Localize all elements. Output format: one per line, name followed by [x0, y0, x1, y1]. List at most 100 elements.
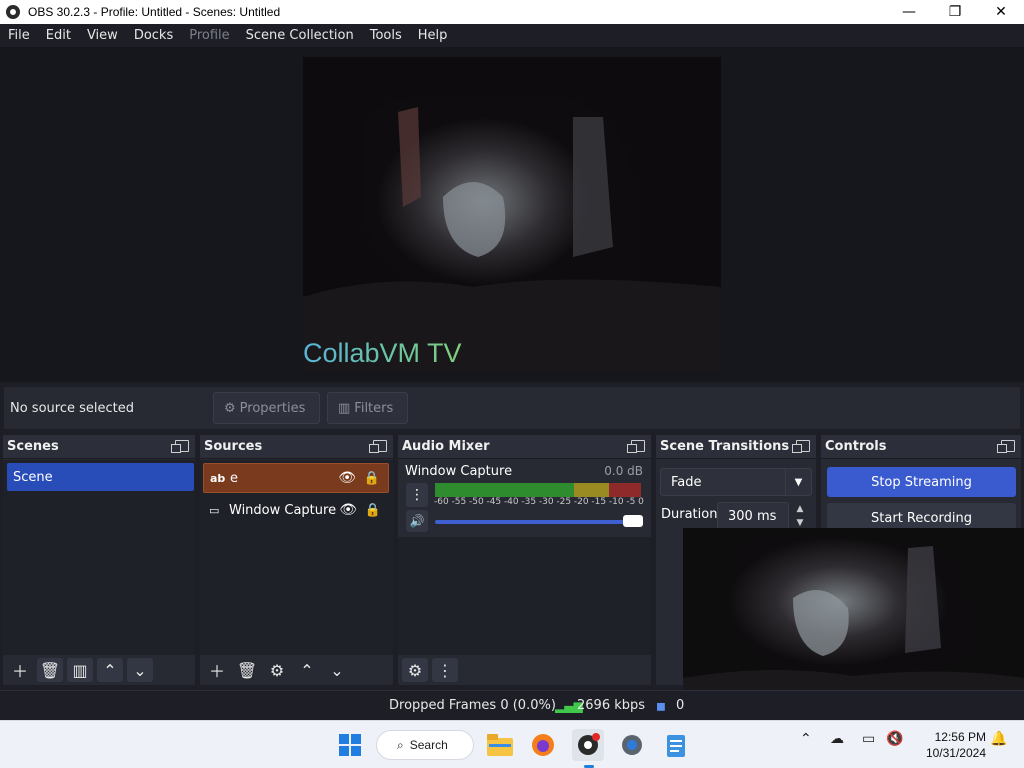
eye-icon[interactable]: 👁: [338, 470, 356, 486]
chevron-up-icon[interactable]: ⌃: [800, 731, 812, 747]
undock-icon[interactable]: [627, 440, 645, 453]
obs-taskbar-icon[interactable]: [572, 729, 604, 761]
undock-icon[interactable]: [997, 440, 1015, 453]
scale-tick: -45: [486, 497, 502, 507]
text-source-icon: ab: [210, 471, 226, 485]
dropped-frames-status: Dropped Frames 0 (0.0%): [389, 698, 556, 713]
menu-profile[interactable]: Profile: [181, 28, 237, 43]
scale-tick: -35: [521, 497, 537, 507]
scene-name: Scene: [13, 469, 53, 485]
move-source-up-button[interactable]: ⌃: [294, 658, 320, 682]
trash-icon: 🗑: [236, 660, 258, 680]
duration-input[interactable]: 300 ms: [717, 502, 789, 530]
audio-mixer-empty-area: [398, 537, 651, 655]
notification-bell-icon[interactable]: 🔔: [990, 731, 1007, 747]
scenes-toolbar: ＋ 🗑 ▥ ⌃ ⌄: [3, 655, 195, 685]
chevron-up-icon[interactable]: ▲: [797, 504, 804, 514]
menu-help[interactable]: Help: [410, 28, 456, 43]
filters-button[interactable]: ▥ Filters: [327, 392, 408, 424]
window-controls: — ❐ ✕: [886, 0, 1024, 24]
lock-icon[interactable]: 🔒: [365, 503, 381, 518]
chevron-down-icon[interactable]: ▼: [797, 518, 804, 528]
controls-title: Controls: [825, 439, 887, 454]
remove-source-button[interactable]: 🗑: [234, 658, 260, 682]
menu-file[interactable]: File: [0, 28, 38, 43]
plus-icon: ＋: [208, 662, 225, 681]
kebab-menu-icon[interactable]: ⋮: [406, 483, 428, 507]
meter-yellow-zone: [574, 483, 609, 497]
source-item-window-capture[interactable]: ▭ Window Capture 👁 🔒: [203, 495, 389, 525]
duration-label: Duration: [661, 507, 718, 522]
properties-button[interactable]: ⚙ Properties: [213, 392, 320, 424]
source-label: e: [230, 470, 238, 486]
scale-tick: -20: [573, 497, 589, 507]
undock-icon[interactable]: [792, 440, 810, 453]
undock-icon[interactable]: [369, 440, 387, 453]
volume-slider-handle[interactable]: [623, 515, 643, 527]
scene-list-item[interactable]: Scene: [7, 463, 194, 491]
lock-icon[interactable]: 🔒: [364, 471, 380, 486]
status-bar: Dropped Frames 0 (0.0%) ▂▄▆ 2696 kbps ◼ …: [0, 690, 1024, 720]
undock-icon[interactable]: [171, 440, 189, 453]
scale-tick: -15: [591, 497, 607, 507]
chevron-down-icon: ▼: [785, 469, 811, 495]
clock-time: 12:56 PM: [934, 730, 986, 744]
sources-dock-title: Sources: [204, 439, 263, 454]
firefox-icon[interactable]: [527, 729, 559, 761]
sources-dock: Sources ab e 👁 🔒 ▭ Window Capture 👁 🔒 ＋ …: [200, 435, 393, 685]
program-preview[interactable]: CollabVM TV: [303, 57, 721, 371]
source-item-text[interactable]: ab e 👁 🔒: [203, 463, 389, 493]
advanced-audio-button[interactable]: ⚙: [402, 658, 428, 682]
scale-tick: -25: [556, 497, 572, 507]
network-off-icon[interactable]: ☁: [830, 731, 844, 747]
scenes-dock: Scenes Scene ＋ 🗑 ▥ ⌃ ⌄: [3, 435, 195, 685]
sources-dock-header: Sources: [200, 435, 393, 459]
scale-tick: -5: [626, 497, 636, 507]
source-label: Window Capture: [229, 502, 337, 518]
chevron-down-icon: ⌄: [330, 660, 344, 680]
source-properties-button[interactable]: ⚙: [264, 658, 290, 682]
eye-icon[interactable]: 👁: [339, 502, 357, 518]
close-button[interactable]: ✕: [978, 0, 1024, 24]
move-source-down-button[interactable]: ⌄: [324, 658, 350, 682]
scenes-dock-header: Scenes: [3, 435, 195, 459]
source-toolbar: No source selected ⚙ Properties ▥ Filter…: [4, 387, 1020, 429]
settings-icon[interactable]: [616, 729, 648, 761]
preview-video-frame: [303, 57, 721, 371]
menu-view[interactable]: View: [79, 28, 126, 43]
preview-overlay-text: CollabVM TV: [303, 338, 462, 368]
controls-header: Controls: [821, 435, 1021, 459]
move-scene-down-button[interactable]: ⌄: [127, 658, 153, 682]
file-explorer-icon[interactable]: [484, 729, 516, 761]
menu-docks[interactable]: Docks: [126, 28, 181, 43]
taskbar-search[interactable]: ⌕ Search: [376, 730, 474, 760]
minimize-button[interactable]: —: [886, 0, 932, 24]
menu-tools[interactable]: Tools: [362, 28, 410, 43]
stop-streaming-button[interactable]: Stop Streaming: [827, 467, 1016, 497]
menu-bar: File Edit View Docks Profile Scene Colle…: [0, 24, 1024, 47]
menu-edit[interactable]: Edit: [38, 28, 79, 43]
mixer-menu-button[interactable]: ⋮: [432, 658, 458, 682]
notepad-icon[interactable]: [660, 729, 692, 761]
windows-start-icon[interactable]: [334, 729, 366, 761]
audio-mixer-dock: Audio Mixer Window Capture 0.0 dB ⋮ 🔊 -6…: [398, 435, 651, 685]
add-scene-button[interactable]: ＋: [7, 658, 33, 682]
filters-label: Filters: [354, 400, 394, 416]
volume-muted-icon[interactable]: 🔇: [886, 731, 903, 747]
transition-select[interactable]: Fade ▼: [660, 468, 812, 496]
scene-filters-button[interactable]: ▥: [67, 658, 93, 682]
speaker-icon[interactable]: 🔊: [406, 510, 428, 532]
window-icon: ▭: [209, 503, 220, 517]
move-scene-up-button[interactable]: ⌃: [97, 658, 123, 682]
volume-slider[interactable]: [435, 515, 643, 527]
add-source-button[interactable]: ＋: [204, 658, 230, 682]
stream-status-icon: ◼: [656, 698, 666, 713]
display-icon[interactable]: ▭: [862, 731, 875, 747]
taskbar-clock[interactable]: 12:56 PM 10/31/2024: [916, 729, 986, 761]
gears-icon: ⚙: [407, 660, 423, 680]
remove-scene-button[interactable]: 🗑: [37, 658, 63, 682]
menu-scene-collection[interactable]: Scene Collection: [238, 28, 362, 43]
maximize-button[interactable]: ❐: [932, 0, 978, 24]
duration-stepper[interactable]: ▲ ▼: [789, 502, 811, 530]
properties-label: Properties: [239, 400, 306, 416]
